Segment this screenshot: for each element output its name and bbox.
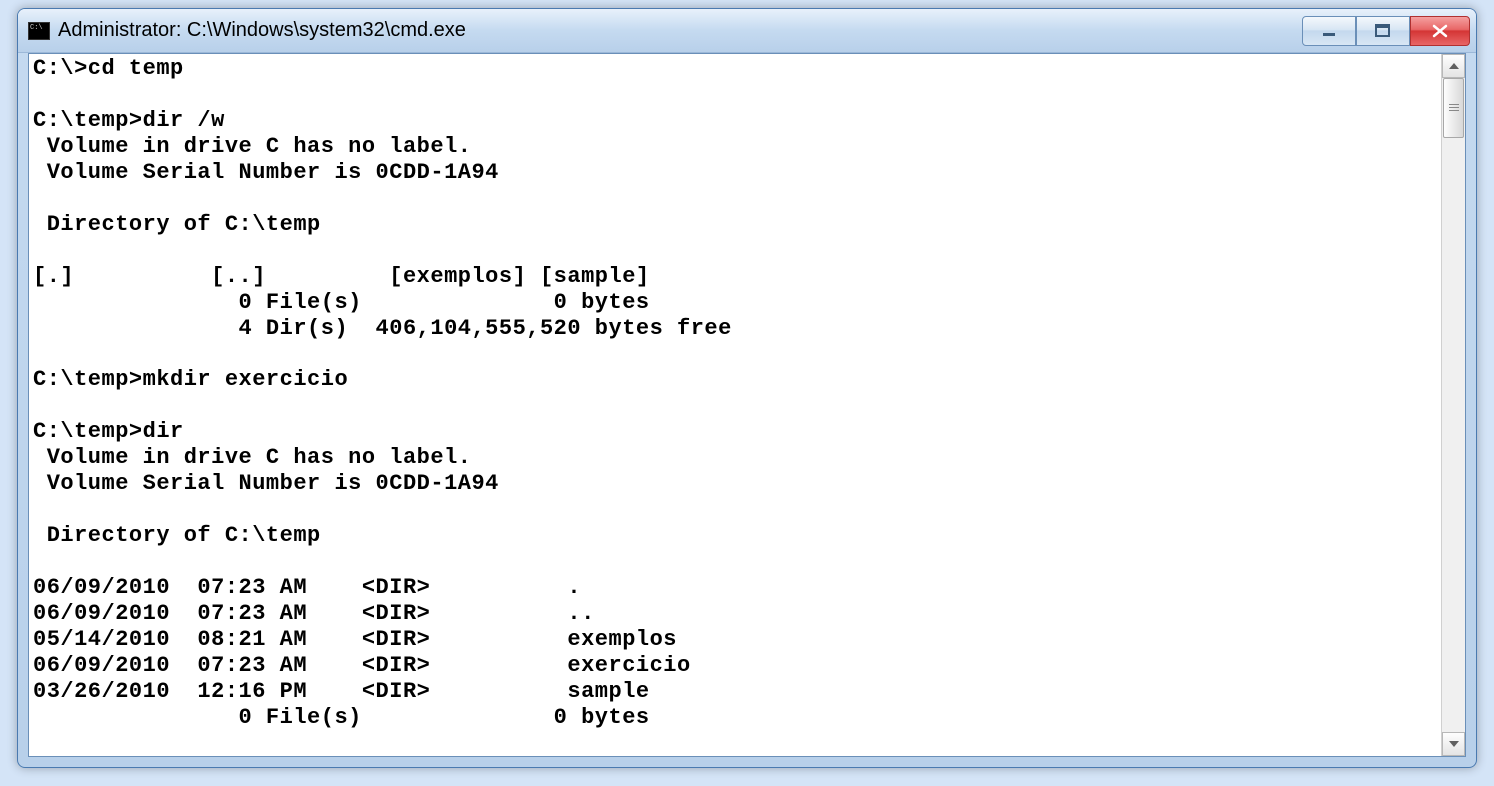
maximize-button[interactable] [1356, 16, 1410, 46]
scroll-thumb[interactable] [1443, 78, 1464, 138]
scroll-track[interactable] [1442, 78, 1465, 732]
minimize-icon [1322, 24, 1336, 38]
cmd-icon [28, 22, 50, 40]
client-area: C:\>cd temp C:\temp>dir /w Volume in dri… [28, 53, 1466, 757]
chevron-up-icon [1449, 63, 1459, 69]
window-controls [1302, 16, 1470, 46]
chevron-down-icon [1449, 741, 1459, 747]
terminal-output[interactable]: C:\>cd temp C:\temp>dir /w Volume in dri… [29, 54, 1441, 756]
scroll-down-button[interactable] [1442, 732, 1465, 756]
titlebar[interactable]: Administrator: C:\Windows\system32\cmd.e… [18, 9, 1476, 53]
close-icon [1432, 24, 1448, 38]
vertical-scrollbar[interactable] [1441, 54, 1465, 756]
scroll-up-button[interactable] [1442, 54, 1465, 78]
window-title: Administrator: C:\Windows\system32\cmd.e… [58, 19, 1302, 42]
close-button[interactable] [1410, 16, 1470, 46]
minimize-button[interactable] [1302, 16, 1356, 46]
maximize-icon [1375, 24, 1391, 38]
cmd-window: Administrator: C:\Windows\system32\cmd.e… [17, 8, 1477, 768]
